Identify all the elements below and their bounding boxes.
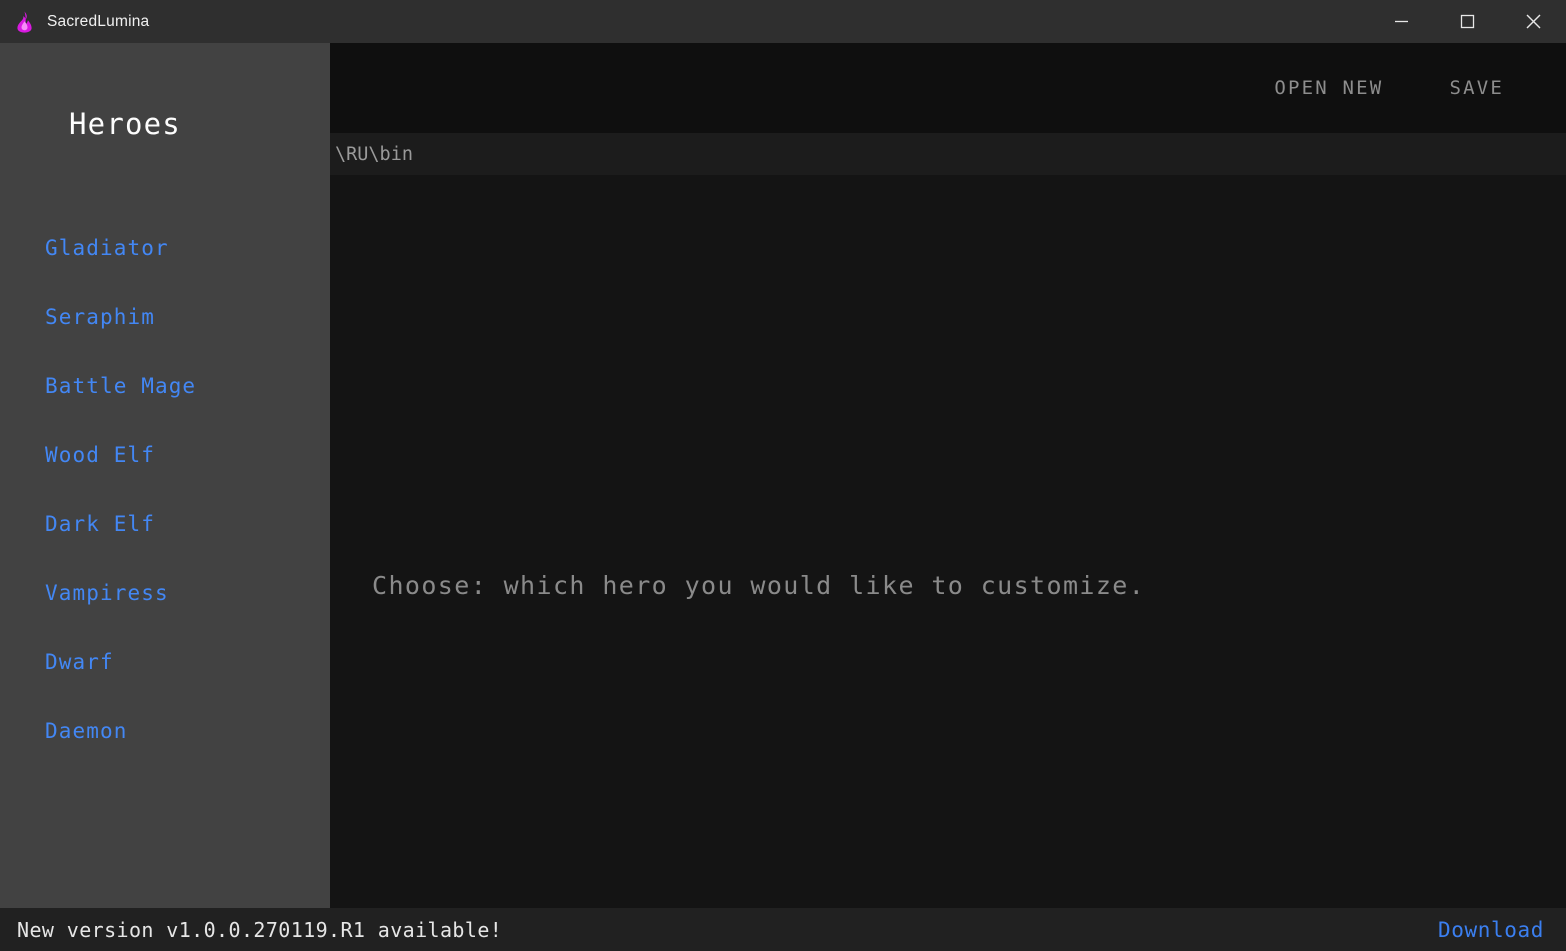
sidebar-item-label: Gladiator (45, 235, 169, 260)
path-text: \RU\bin (335, 143, 413, 165)
sidebar-item-seraphim[interactable]: Seraphim (0, 282, 330, 351)
close-button[interactable] (1500, 0, 1566, 43)
sidebar-item-dwarf[interactable]: Dwarf (0, 627, 330, 696)
open-new-button[interactable]: OPEN NEW (1274, 77, 1383, 99)
maximize-button[interactable] (1434, 0, 1500, 43)
sidebar-item-wood-elf[interactable]: Wood Elf (0, 420, 330, 489)
sidebar-item-vampiress[interactable]: Vampiress (0, 558, 330, 627)
sidebar-drawer: Heroes Gladiator Seraphim Battle Mage Wo… (0, 43, 330, 908)
sidebar-item-label: Dark Elf (45, 511, 155, 536)
prompt-text: Choose: which hero you would like to cus… (372, 571, 1146, 600)
sidebar-item-label: Vampiress (45, 580, 169, 605)
minimize-button[interactable] (1368, 0, 1434, 43)
sidebar-item-label: Battle Mage (45, 373, 197, 398)
sidebar-item-label: Dwarf (45, 649, 114, 674)
sidebar-item-label: Seraphim (45, 304, 155, 329)
update-message: New version v1.0.0.270119.R1 available! (17, 917, 503, 942)
sidebar-item-daemon[interactable]: Daemon (0, 696, 330, 765)
download-link[interactable]: Download (1438, 918, 1544, 942)
title-bar: SacredLumina (0, 0, 1566, 43)
sidebar-item-label: Daemon (45, 718, 128, 743)
application-window: SacredLumina a - Edit OPEN NEW SAVE (0, 0, 1566, 951)
sidebar-item-dark-elf[interactable]: Dark Elf (0, 489, 330, 558)
sidebar-item-label: Wood Elf (45, 442, 155, 467)
hero-list: Gladiator Seraphim Battle Mage Wood Elf … (0, 213, 330, 765)
save-button[interactable]: SAVE (1449, 77, 1504, 99)
sidebar-item-gladiator[interactable]: Gladiator (0, 213, 330, 282)
flame-icon (13, 10, 35, 34)
window-title: SacredLumina (47, 12, 150, 30)
status-bar: New version v1.0.0.270119.R1 available! … (0, 908, 1566, 951)
sidebar-item-battle-mage[interactable]: Battle Mage (0, 351, 330, 420)
sidebar-title: Heroes (69, 107, 181, 141)
